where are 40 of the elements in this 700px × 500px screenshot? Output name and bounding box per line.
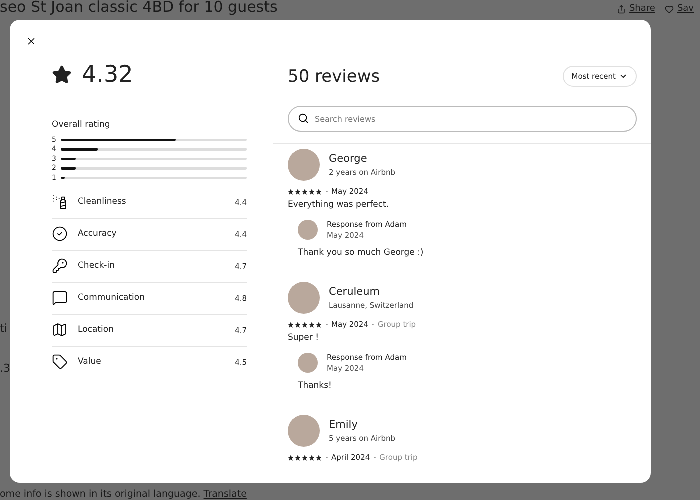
background-text: ti: [0, 322, 8, 335]
language-note: ome info is shown in its original language. Translate: [0, 489, 247, 500]
close-icon: [26, 36, 37, 47]
category-label: Location: [78, 325, 115, 335]
review-text: Super !: [288, 333, 320, 343]
translate-link[interactable]: Translate: [204, 489, 247, 500]
heart-icon: [665, 4, 674, 14]
reviewer-name: Emily: [329, 419, 359, 431]
rating-value: 4.32: [82, 62, 134, 88]
listing-title: seo St Joan classic 4BD for 10 guests: [0, 0, 279, 16]
key-icon: [52, 258, 68, 274]
category-label: Cleanliness: [78, 197, 128, 207]
speech-bubble-icon: [52, 290, 68, 306]
search-icon: [298, 113, 309, 124]
category-label: Communication: [78, 293, 146, 303]
response-text: Thanks!: [298, 381, 333, 391]
share-link[interactable]: Share: [617, 4, 656, 14]
reviews-count: 50 reviews: [288, 66, 380, 86]
background-text: .3: [0, 362, 10, 375]
reviewer-name: Ceruleum: [329, 286, 382, 298]
reviewer-name: George: [329, 153, 368, 165]
search-field[interactable]: Search reviews: [288, 106, 637, 132]
overall-rating-label: Overall rating: [52, 120, 112, 130]
category-label: Value: [78, 357, 102, 367]
avatar: [288, 149, 320, 181]
response-text: Thank you so much George :): [298, 248, 425, 258]
avatar: [288, 282, 320, 314]
avatar: [288, 415, 320, 447]
map-icon: [52, 322, 68, 338]
share-icon: [617, 4, 626, 14]
avatar: [298, 220, 318, 240]
category-label: Check-in: [78, 261, 116, 271]
avatar: [298, 353, 318, 373]
save-link[interactable]: Sav: [665, 4, 694, 14]
review-text: Everything was perfect.: [288, 200, 390, 210]
tag-icon: [52, 354, 68, 370]
star-icon: [52, 65, 72, 85]
category-label: Accuracy: [78, 229, 118, 239]
chevron-down-icon: [619, 72, 628, 81]
check-circle-icon: [52, 226, 68, 242]
